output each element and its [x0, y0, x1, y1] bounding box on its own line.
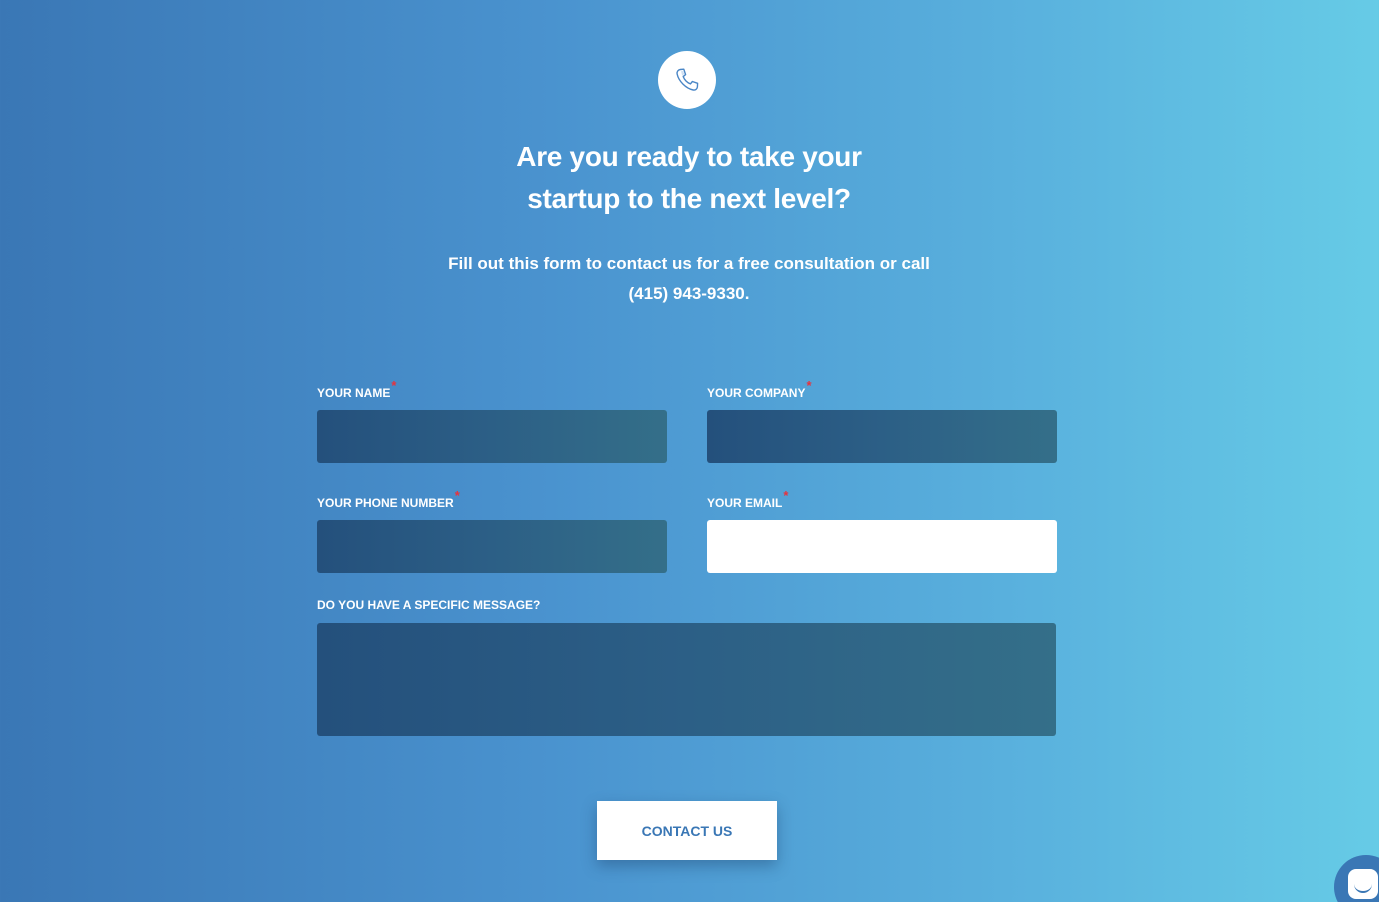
page-title: Are you ready to take your startup to th…	[389, 136, 989, 220]
email-label-text: YOUR EMAIL	[707, 496, 783, 510]
required-marker: *	[783, 488, 789, 503]
name-input[interactable]	[317, 410, 667, 463]
page-subtitle-line-1: Fill out this form to contact us for a f…	[448, 254, 930, 273]
page-title-line-2: startup to the next level?	[527, 183, 851, 214]
required-marker: *	[454, 488, 460, 503]
name-label-text: YOUR NAME	[317, 386, 391, 400]
phone-badge	[658, 51, 716, 109]
chat-launcher-button[interactable]	[1334, 855, 1379, 902]
message-label: DO YOU HAVE A SPECIFIC MESSAGE?	[317, 598, 540, 612]
chat-icon	[1348, 869, 1378, 899]
phone-input[interactable]	[317, 520, 667, 573]
page-title-line-1: Are you ready to take your	[516, 141, 862, 172]
message-textarea[interactable]	[317, 623, 1056, 736]
contact-us-button[interactable]: CONTACT US	[597, 801, 777, 860]
phone-label-text: YOUR PHONE NUMBER	[317, 496, 454, 510]
company-input[interactable]	[707, 410, 1057, 463]
phone-icon	[676, 68, 699, 91]
required-marker: *	[391, 378, 397, 393]
message-label-text: DO YOU HAVE A SPECIFIC MESSAGE?	[317, 598, 541, 612]
required-marker: *	[806, 378, 812, 393]
page-subtitle-line-2: (415) 943-9330.	[628, 284, 750, 303]
email-label: YOUR EMAIL*	[707, 488, 788, 510]
page-subtitle: Fill out this form to contact us for a f…	[389, 249, 989, 309]
company-label-text: YOUR COMPANY	[707, 386, 806, 400]
phone-label: YOUR PHONE NUMBER*	[317, 488, 460, 510]
email-input[interactable]	[707, 520, 1057, 573]
name-label: YOUR NAME*	[317, 378, 396, 400]
company-label: YOUR COMPANY*	[707, 378, 812, 400]
